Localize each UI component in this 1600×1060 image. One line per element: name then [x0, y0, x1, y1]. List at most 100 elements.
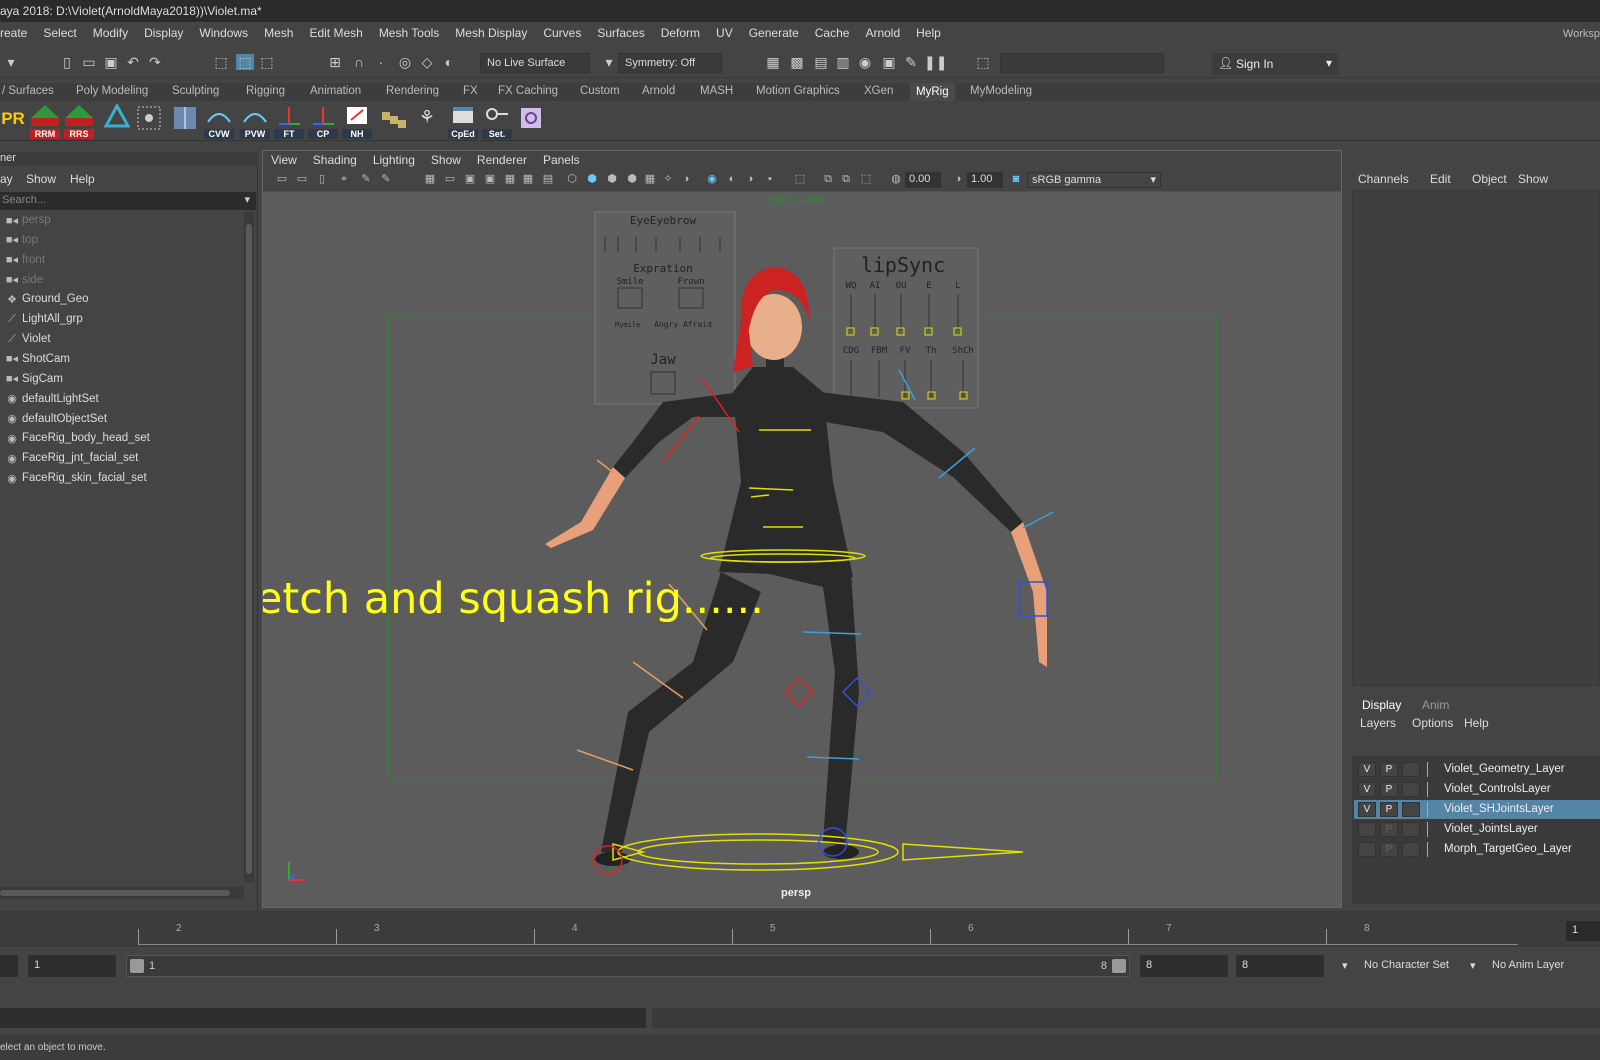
menu-display[interactable]: Display [144, 26, 183, 40]
shelf-tab-poly-modeling[interactable]: Poly Modeling [76, 85, 148, 97]
shelf-tab-arnold[interactable]: Arnold [642, 85, 675, 97]
render-frame-icon[interactable]: ▩ [788, 54, 806, 70]
redo-icon[interactable]: ↷ [146, 54, 164, 70]
resolution-gate-icon[interactable]: ▣ [463, 172, 477, 186]
layer-menu-help[interactable]: Help [1464, 716, 1489, 730]
playback-start-field[interactable]: 1 [28, 955, 116, 977]
anim-layer-label[interactable]: No Anim Layer [1492, 959, 1564, 971]
textured-icon[interactable]: ⬢ [625, 172, 639, 186]
outliner-item[interactable]: ■◂ side [4, 270, 43, 290]
layer-playback-toggle[interactable]: P [1380, 822, 1398, 837]
viewport-menu-renderer[interactable]: Renderer [477, 153, 527, 167]
tab-anim[interactable]: Anim [1422, 698, 1449, 712]
layer-color-swatch[interactable] [1427, 802, 1441, 817]
outliner-item[interactable]: ■◂ SigCam [4, 369, 63, 389]
menu-select[interactable]: Select [43, 26, 76, 40]
outliner-menu-display[interactable]: ay [0, 172, 13, 186]
shelf-rig-tool-button[interactable] [102, 102, 132, 138]
outliner-search-input[interactable]: Search... ▾ [0, 192, 256, 210]
workspace-label[interactable]: Worksp [1563, 28, 1600, 40]
shelf-pvw-button[interactable]: PVW [240, 104, 270, 139]
shelf-rrs-button[interactable]: RRS [64, 104, 94, 139]
shadows-icon[interactable]: ✧ [661, 172, 675, 186]
layer-visibility-toggle[interactable]: V [1358, 782, 1376, 797]
undo-icon[interactable]: ↶ [124, 54, 142, 70]
menu-generate[interactable]: Generate [749, 26, 799, 40]
layer-color-swatch[interactable] [1427, 822, 1441, 837]
playback-end-field[interactable]: 8 [1140, 955, 1228, 977]
open-scene-icon[interactable]: ▭ [80, 54, 98, 70]
time-slider[interactable]: 2 3 4 5 6 7 8 1 [0, 911, 1600, 947]
anti-aliasing-icon[interactable]: ◑ [743, 172, 757, 186]
arnold-render-icon[interactable]: ▣ [880, 54, 898, 70]
layer-type-toggle[interactable] [1402, 802, 1420, 817]
shelf-mirror-button[interactable] [170, 104, 200, 138]
layer-playback-toggle[interactable]: P [1380, 842, 1398, 857]
exposure-field[interactable]: 0.00 [905, 172, 941, 188]
command-input[interactable] [0, 1008, 646, 1028]
menu-deform[interactable]: Deform [661, 26, 700, 40]
shelf-tab-xgen[interactable]: XGen [864, 85, 893, 97]
shelf-ft-button[interactable]: FT [274, 104, 304, 139]
grid-icon[interactable]: ▦ [423, 172, 437, 186]
shelf-tab-surfaces[interactable]: / Surfaces [2, 85, 54, 97]
layer-row[interactable]: V P Violet_ControlsLayer [1354, 780, 1600, 799]
symmetry-dropdown-icon[interactable]: ▾ [600, 54, 618, 70]
ipr-render-icon[interactable]: ▤ [812, 54, 830, 70]
outliner-item[interactable]: ⟋ Violet [4, 329, 50, 349]
symmetry-field[interactable]: Symmetry: Off [618, 53, 722, 73]
film-gate-icon[interactable]: ▭ [443, 172, 457, 186]
menu-edit-mesh[interactable]: Edit Mesh [309, 26, 362, 40]
pause-icon[interactable]: ❚❚ [924, 54, 947, 70]
select-object-icon[interactable]: ⬚ [236, 54, 254, 70]
outliner-vertical-scrollbar[interactable] [244, 212, 254, 882]
input-line-menu-icon[interactable]: ⬚ [974, 54, 992, 70]
layer-visibility-toggle[interactable] [1358, 842, 1376, 857]
menu-cache[interactable]: Cache [815, 26, 850, 40]
channel-box-area[interactable] [1352, 190, 1600, 686]
grease-pencil-icon[interactable]: ✎ [359, 172, 373, 186]
channel-menu-object[interactable]: Object [1472, 172, 1507, 186]
outliner-item[interactable]: ■◂ ShotCam [4, 349, 70, 369]
frame-all-icon[interactable]: ⬚ [859, 172, 873, 186]
layer-color-swatch[interactable] [1427, 782, 1441, 797]
select-component-icon[interactable]: ⬚ [258, 54, 276, 70]
wireframe-on-shaded-icon[interactable]: ⬢ [605, 172, 619, 186]
layer-menu-options[interactable]: Options [1412, 716, 1453, 730]
safe-action-icon[interactable]: ▦ [521, 172, 535, 186]
gate-mask-icon[interactable]: ▣ [483, 172, 497, 186]
layer-color-swatch[interactable] [1427, 842, 1441, 857]
outliner-menu-help[interactable]: Help [70, 172, 95, 186]
render-settings-icon[interactable]: ▥ [834, 54, 852, 70]
layer-type-toggle[interactable] [1402, 762, 1420, 777]
layer-type-toggle[interactable] [1402, 822, 1420, 837]
layer-visibility-toggle[interactable] [1358, 822, 1376, 837]
menu-mesh-display[interactable]: Mesh Display [455, 26, 527, 40]
snap-view-plane-icon[interactable]: ◇ [418, 54, 436, 70]
animation-end-field[interactable]: 8 [1236, 955, 1324, 977]
eye-expression-control-panel[interactable]: EyeEyebrow Expration Smile Frown Mymile … [594, 211, 736, 405]
animation-start-field[interactable] [0, 955, 18, 977]
outliner-item[interactable]: ◉ defaultObjectSet [4, 409, 107, 429]
input-line-field[interactable] [1000, 53, 1164, 73]
layer-row[interactable]: V P Violet_Geometry_Layer [1354, 760, 1600, 779]
shelf-tab-motion-graphics[interactable]: Motion Graphics [756, 85, 840, 97]
search-options-dropdown-icon[interactable]: ▾ [244, 193, 250, 206]
layer-visibility-toggle[interactable]: V [1358, 762, 1376, 777]
shelf-tab-fx-caching[interactable]: FX Caching [498, 85, 558, 97]
smooth-shade-icon[interactable]: ⬢ [585, 172, 599, 186]
shelf-blocks-button[interactable] [378, 104, 408, 138]
character-set-dropdown-icon[interactable]: ▾ [1342, 959, 1348, 972]
channel-menu-show[interactable]: Show [1518, 172, 1548, 186]
current-frame-field[interactable]: 1 [1566, 921, 1600, 941]
menu-arnold[interactable]: Arnold [865, 26, 900, 40]
menu-modify[interactable]: Modify [93, 26, 128, 40]
channel-menu-channels[interactable]: Channels [1358, 172, 1409, 186]
outliner-item[interactable]: ■◂ front [4, 250, 45, 270]
outliner-item[interactable]: ■◂ persp [4, 210, 51, 230]
outliner-item[interactable]: ❖ Ground_Geo [4, 289, 88, 309]
depth-of-field-icon[interactable]: ▪ [763, 172, 777, 186]
make-live-icon[interactable]: ◐ [440, 54, 458, 70]
motion-blur-icon[interactable]: ◐ [725, 172, 739, 186]
snap-curve-icon[interactable]: ∩ [350, 54, 368, 70]
